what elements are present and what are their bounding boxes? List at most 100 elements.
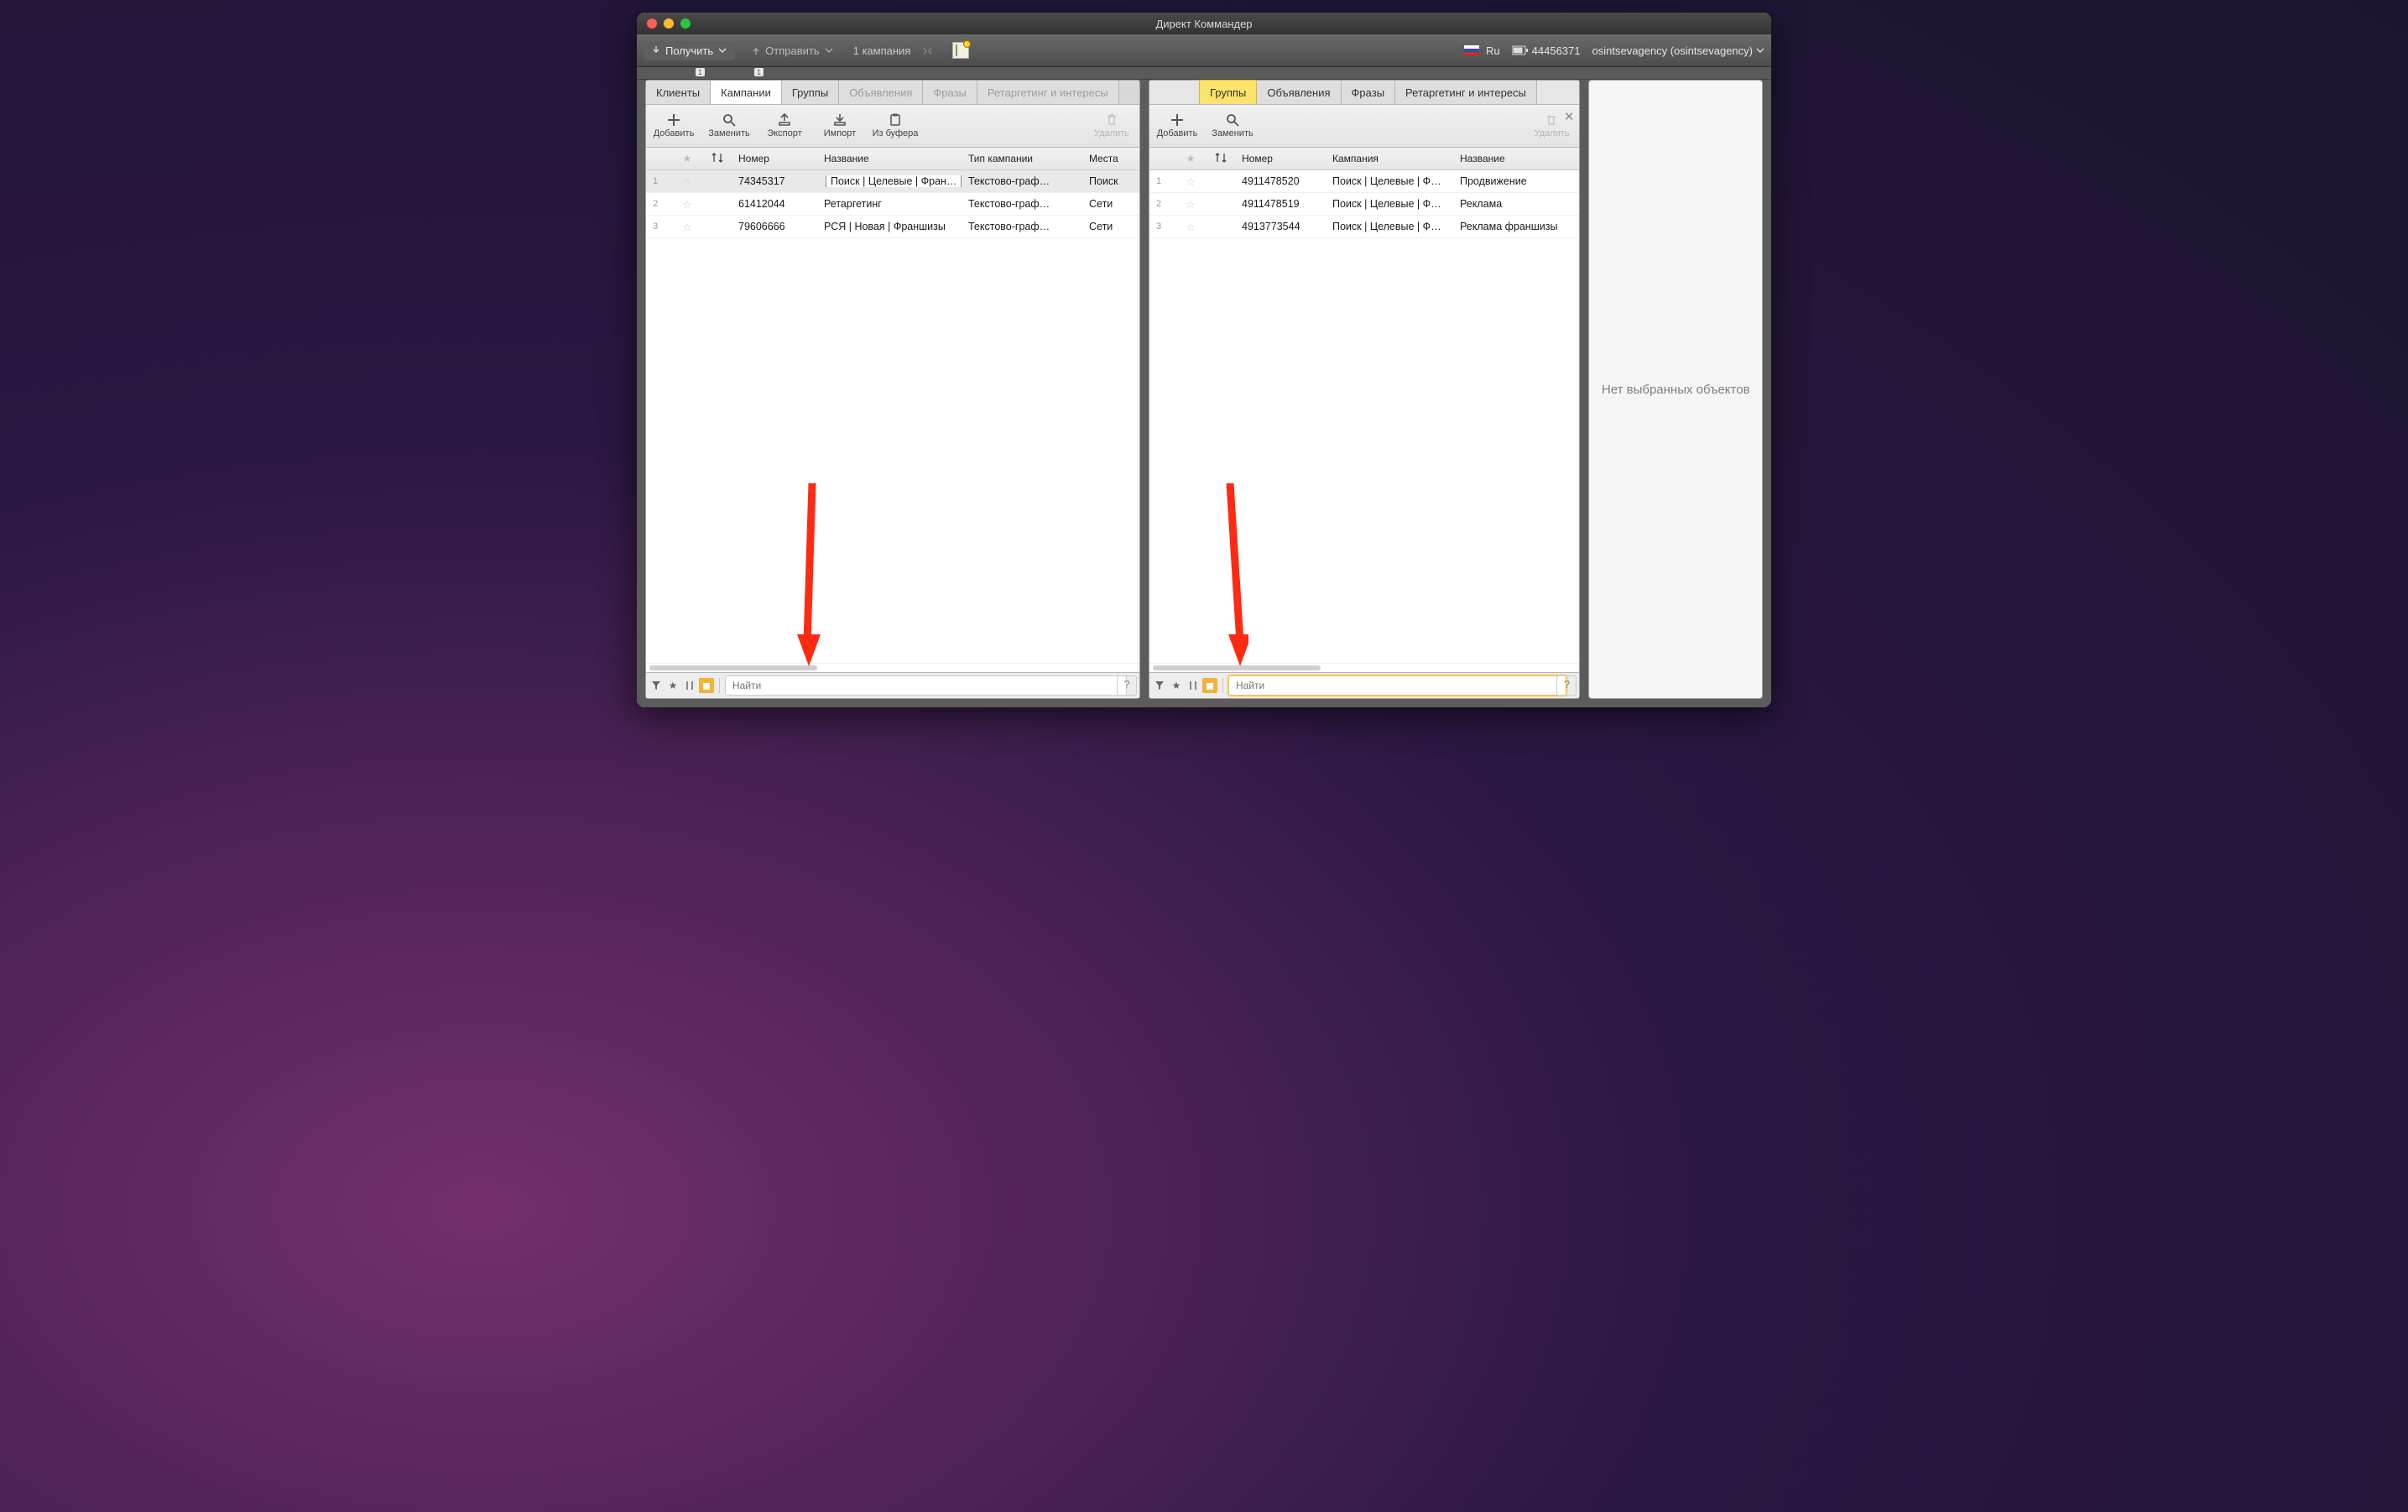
chevron-down-icon (718, 46, 727, 55)
group-number: 4911478519 (1237, 198, 1327, 210)
user-menu[interactable]: osintsevagency (osintsevagency) (1592, 44, 1765, 57)
add-button[interactable]: Добавить (1149, 113, 1205, 138)
add-label: Добавить (654, 128, 695, 138)
export-button[interactable]: Экспорт (757, 113, 812, 138)
star-filter-icon[interactable]: ★ (665, 678, 680, 693)
clipboard-icon[interactable] (952, 42, 969, 59)
col-name[interactable]: Название (819, 153, 963, 164)
tab-campaigns[interactable]: Кампании (711, 81, 782, 104)
sort-column-icon[interactable] (1205, 152, 1237, 166)
search-field[interactable] (725, 675, 1112, 696)
star-toggle[interactable]: ☆ (673, 175, 701, 188)
star-column-icon[interactable]: ★ (673, 153, 701, 164)
col-campaign[interactable]: Кампания (1327, 153, 1455, 164)
table-row[interactable]: 3☆4913773544Поиск | Целевые | Ф…Реклама … (1149, 216, 1579, 238)
h-scrollbar[interactable] (1149, 663, 1579, 672)
flag-ru-icon (1464, 45, 1479, 55)
row-index: 2 (648, 199, 673, 209)
star-column-icon[interactable]: ★ (1176, 153, 1205, 164)
tab-retargeting[interactable]: Ретаргетинг и интересы (1395, 81, 1537, 104)
mid-table-body: 1☆4911478520Поиск | Целевые | Ф…Продвиже… (1149, 170, 1579, 663)
tab-ads[interactable]: Объявления (839, 81, 923, 104)
trash-icon (1104, 113, 1119, 127)
search-input[interactable] (725, 675, 1127, 696)
tab-phrases[interactable]: Фразы (1342, 81, 1396, 104)
help-button[interactable]: ? (1117, 675, 1137, 696)
import-button[interactable]: Импорт (812, 113, 868, 138)
tab-groups[interactable]: Группы (1199, 80, 1257, 104)
tab-retargeting[interactable]: Ретаргетинг и интересы (977, 81, 1119, 104)
send-button[interactable]: Отправить (743, 41, 841, 60)
sort-column-icon[interactable] (701, 152, 733, 166)
left-actionbar: Добавить Заменить Экспорт Импорт Из буфе… (646, 105, 1139, 148)
table-row[interactable]: 1☆74345317Поиск | Целевые | Фран…Текстов… (646, 170, 1139, 193)
inspector-panel: Нет выбранных объектов (1588, 80, 1763, 699)
campaign-type: Текстово-граф… (963, 175, 1084, 187)
account-points[interactable]: 44456371 (1512, 44, 1581, 57)
star-toggle[interactable]: ☆ (1176, 175, 1205, 188)
col-place[interactable]: Места (1084, 153, 1139, 164)
campaign-name: Поиск | Целевые | Фран… (819, 175, 963, 187)
filter-icon[interactable] (649, 678, 664, 693)
help-button[interactable]: ? (1556, 675, 1577, 696)
search-field[interactable] (1228, 675, 1551, 696)
trash-icon (1544, 113, 1559, 127)
star-toggle[interactable]: ☆ (673, 221, 701, 233)
buffer-label: Из буфера (873, 128, 919, 138)
tab-badge: 1 (754, 68, 764, 76)
star-toggle[interactable]: ☆ (1176, 221, 1205, 233)
col-number[interactable]: Номер (1237, 153, 1327, 164)
top-toolbar: Получить Отправить 1 кампания ›‹ Ru 4445… (637, 34, 1771, 67)
star-filter-icon[interactable]: ★ (1169, 678, 1184, 693)
tab-ads[interactable]: Объявления (1257, 81, 1341, 104)
tab-phrases[interactable]: Фразы (923, 81, 977, 104)
star-toggle[interactable]: ☆ (1176, 198, 1205, 211)
replace-button[interactable]: Заменить (1205, 113, 1260, 138)
group-name: Продвижение (1455, 175, 1562, 187)
highlight-filter-icon[interactable]: ◼ (1202, 678, 1217, 693)
row-index: 3 (648, 222, 673, 232)
receive-button[interactable]: Получить (644, 41, 735, 60)
replace-label: Заменить (1212, 128, 1253, 138)
from-buffer-button[interactable]: Из буфера (868, 113, 923, 138)
search-input[interactable] (1228, 675, 1566, 696)
delete-button[interactable]: Удалить (1084, 113, 1139, 138)
language-switch[interactable]: Ru (1464, 44, 1500, 57)
export-label: Экспорт (767, 128, 801, 138)
h-scrollbar[interactable] (646, 663, 1139, 672)
sort-filter-icon[interactable] (1186, 678, 1201, 693)
user-label: osintsevagency (osintsevagency) (1592, 44, 1754, 57)
group-number: 4913773544 (1237, 221, 1327, 232)
col-type[interactable]: Тип кампании (963, 153, 1084, 164)
group-number: 4911478520 (1237, 175, 1327, 187)
receive-label: Получить (665, 44, 713, 57)
delete-label: Удалить (1534, 128, 1569, 138)
table-row[interactable]: 1☆4911478520Поиск | Целевые | Ф…Продвиже… (1149, 170, 1579, 193)
tab-strip: 1 1 (637, 67, 1771, 80)
campaign-type: Текстово-граф… (963, 221, 1084, 232)
row-index: 3 (1151, 222, 1176, 232)
filter-icon[interactable] (1152, 678, 1167, 693)
col-number[interactable]: Номер (733, 153, 819, 164)
groups-panel: Группы Объявления Фразы Ретаргетинг и ин… (1149, 80, 1580, 699)
tab-groups[interactable]: Группы (782, 81, 839, 104)
battery-icon (1512, 45, 1529, 55)
replace-button[interactable]: Заменить (701, 113, 757, 138)
close-panel-button[interactable]: ✕ (1564, 109, 1575, 124)
campaign-number: 74345317 (733, 175, 819, 187)
star-toggle[interactable]: ☆ (673, 198, 701, 211)
row-index: 1 (1151, 176, 1176, 186)
table-row[interactable]: 2☆4911478519Поиск | Целевые | Ф…Реклама (1149, 193, 1579, 216)
highlight-filter-icon[interactable]: ◼ (699, 678, 714, 693)
add-button[interactable]: Добавить (646, 113, 701, 138)
sort-filter-icon[interactable] (682, 678, 697, 693)
toolbar-separator: ›‹ (922, 42, 932, 60)
table-row[interactable]: 3☆79606666РСЯ | Новая | ФраншизыТекстово… (646, 216, 1139, 238)
left-filterbar: ★ ◼ ? (646, 672, 1139, 698)
chevron-down-icon (825, 46, 833, 55)
tab-clients[interactable]: Клиенты (646, 81, 711, 104)
col-name[interactable]: Название (1455, 153, 1562, 164)
download-arrow-icon (652, 46, 660, 55)
table-row[interactable]: 2☆61412044РетаргетингТекстово-граф…Сети (646, 193, 1139, 216)
empty-text: Нет выбранных объектов (1602, 383, 1750, 397)
